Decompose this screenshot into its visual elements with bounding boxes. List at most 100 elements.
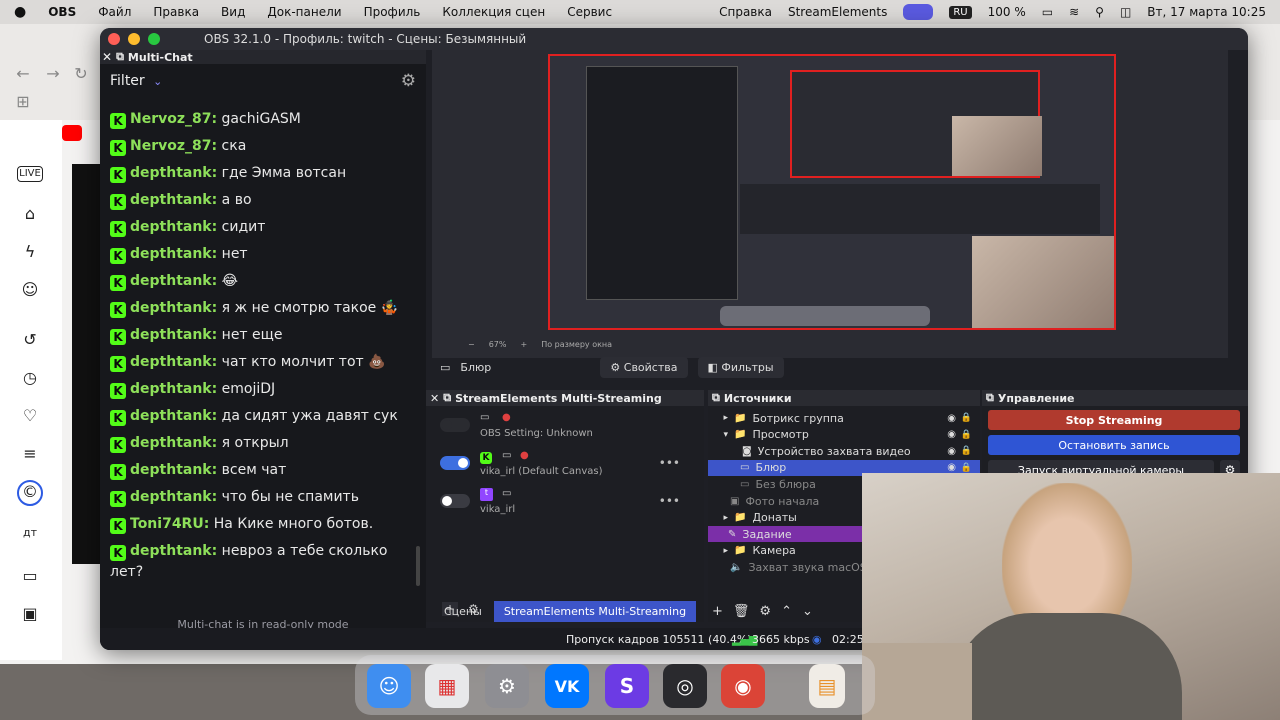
- source-item-group[interactable]: ▸ 📁 Ботрикс группа ◉ 🔒: [708, 410, 980, 426]
- back-icon[interactable]: ←: [10, 64, 36, 86]
- chat-username[interactable]: depthtank:: [130, 489, 217, 505]
- chat-username[interactable]: depthtank:: [130, 354, 217, 370]
- output-toggle[interactable]: [440, 494, 470, 508]
- lock-icon[interactable]: 🔒: [961, 413, 972, 423]
- minimize-window-icon[interactable]: [128, 33, 140, 45]
- keyboard-layout-badge[interactable]: RU: [949, 5, 972, 19]
- menu-item-edit[interactable]: Правка: [153, 5, 199, 19]
- output-toggle[interactable]: [440, 456, 470, 470]
- chat-username[interactable]: depthtank:: [130, 192, 217, 208]
- chat-username[interactable]: depthtank:: [130, 435, 217, 451]
- dock-float-icon[interactable]: ⧉: [443, 391, 451, 405]
- chat-username[interactable]: Toni74RU:: [130, 516, 209, 532]
- properties-button[interactable]: ⚙ Свойства: [600, 356, 688, 378]
- book-icon[interactable]: ▭: [17, 566, 43, 588]
- chat-message-list[interactable]: K Nervoz_87: gachiGASM K Nervoz_87: ска Kdep…: [100, 106, 416, 586]
- finder-icon[interactable]: ☺: [367, 664, 411, 708]
- move-down-icon[interactable]: ⌄: [802, 604, 813, 619]
- output-toggle[interactable]: [440, 418, 470, 432]
- zoom-in-icon[interactable]: +: [520, 340, 527, 349]
- reload-icon[interactable]: ↻: [68, 64, 94, 86]
- launchpad-icon[interactable]: ▦: [425, 664, 469, 708]
- menu-item-help[interactable]: Справка: [719, 5, 772, 19]
- chat-username[interactable]: depthtank:: [130, 165, 217, 181]
- expand-arrow-icon[interactable]: ▸: [708, 413, 728, 423]
- chat-username[interactable]: depthtank:: [130, 543, 217, 559]
- expand-arrow-icon[interactable]: ▸: [708, 513, 728, 523]
- close-window-icon[interactable]: [108, 33, 120, 45]
- channel-icon[interactable]: ©: [17, 480, 43, 506]
- obs-icon[interactable]: ◎: [663, 664, 707, 708]
- liked-icon[interactable]: ♡: [17, 406, 43, 428]
- gear-icon[interactable]: ⚙: [401, 71, 416, 91]
- menu-item-docks[interactable]: Док-панели: [267, 5, 341, 19]
- chat-username[interactable]: Nervoz_87:: [130, 138, 217, 154]
- se-output-row[interactable]: ▭ ● OBS Setting: Unknown: [440, 410, 700, 446]
- move-up-icon[interactable]: ⌃: [781, 604, 792, 619]
- source-item-video-capture[interactable]: ◙ Устройство захвата видео ◉ 🔒: [708, 443, 980, 459]
- visibility-eye-icon[interactable]: ◉: [947, 429, 956, 440]
- visibility-eye-icon[interactable]: ◉: [947, 446, 956, 457]
- stop-recording-button[interactable]: Остановить запись: [988, 435, 1240, 455]
- chrome-icon[interactable]: ◉: [721, 664, 765, 708]
- document-icon[interactable]: ▤: [809, 664, 845, 708]
- dock-float-icon[interactable]: ⧉: [712, 391, 720, 405]
- forward-icon[interactable]: →: [40, 64, 66, 86]
- zoom-out-icon[interactable]: −: [468, 340, 475, 349]
- chat-username[interactable]: depthtank:: [130, 408, 217, 424]
- expand-arrow-icon[interactable]: ▾: [708, 430, 728, 440]
- lock-icon[interactable]: 🔒: [961, 463, 972, 473]
- dock-float-icon[interactable]: ⧉: [116, 50, 124, 64]
- chat-username[interactable]: Nervoz_87:: [130, 111, 217, 127]
- filter-dropdown[interactable]: Filter ⌄: [110, 73, 162, 89]
- history-icon[interactable]: ↺: [17, 330, 43, 352]
- apps-grid-icon[interactable]: ⊞: [10, 92, 36, 114]
- vk-icon[interactable]: VK: [545, 664, 589, 708]
- menu-item-streamelements[interactable]: StreamElements: [788, 5, 887, 19]
- screen-recording-icon[interactable]: [903, 4, 934, 20]
- system-settings-icon[interactable]: ⚙: [485, 664, 529, 708]
- trash-icon[interactable]: 🗑: [733, 604, 750, 619]
- menu-clock[interactable]: Вт, 17 марта 10:25: [1147, 5, 1266, 19]
- more-options-icon[interactable]: •••: [659, 494, 680, 508]
- chat-scrollbar[interactable]: [416, 546, 420, 586]
- chat-username[interactable]: depthtank:: [130, 462, 217, 478]
- chat-username[interactable]: depthtank:: [130, 273, 217, 289]
- subscriptions-icon[interactable]: ☺: [17, 280, 43, 302]
- lock-icon[interactable]: 🔒: [961, 430, 972, 440]
- watch-later-icon[interactable]: ◷: [17, 368, 43, 390]
- menu-item-scene-collection[interactable]: Коллекция сцен: [442, 5, 545, 19]
- home-icon[interactable]: ⌂: [17, 204, 43, 226]
- lock-icon[interactable]: 🔒: [961, 446, 972, 456]
- close-dock-icon[interactable]: ✕: [430, 392, 439, 405]
- add-source-icon[interactable]: +: [712, 604, 723, 619]
- filters-button[interactable]: ◧ Фильтры: [697, 356, 784, 378]
- more-options-icon[interactable]: •••: [659, 456, 680, 470]
- chat-username[interactable]: depthtank:: [130, 327, 217, 343]
- source-item-group[interactable]: ▾ 📁 Просмотр ◉ 🔒: [708, 427, 980, 443]
- menu-app-name[interactable]: OBS: [48, 5, 76, 19]
- shorts-icon[interactable]: ϟ: [17, 242, 43, 264]
- dock-float-icon[interactable]: ⧉: [986, 391, 994, 405]
- streamlabs-icon[interactable]: S: [605, 664, 649, 708]
- apple-icon[interactable]: ●: [14, 4, 26, 20]
- playlist-add-icon[interactable]: ≡: [17, 444, 43, 466]
- visibility-eye-icon[interactable]: ◉: [947, 413, 956, 424]
- chat-username[interactable]: depthtank:: [130, 246, 217, 262]
- menu-item-file[interactable]: Файл: [98, 5, 131, 19]
- live-icon[interactable]: LIVE: [17, 166, 43, 182]
- visibility-eye-icon[interactable]: ◉: [947, 462, 956, 473]
- menu-item-view[interactable]: Вид: [221, 5, 245, 19]
- preview-area[interactable]: − 67% + По размеру окна: [432, 50, 1228, 358]
- tab-se-multistreaming[interactable]: StreamElements Multi-Streaming: [493, 600, 697, 622]
- preview-canvas[interactable]: [548, 54, 1116, 330]
- maximize-window-icon[interactable]: [148, 33, 160, 45]
- stop-streaming-button[interactable]: Stop Streaming: [988, 410, 1240, 430]
- se-output-row[interactable]: t ▭ vika_irl •••: [440, 486, 700, 522]
- search-icon[interactable]: ⚲: [1095, 5, 1104, 19]
- battery-icon[interactable]: ▭: [1042, 5, 1053, 19]
- wifi-icon[interactable]: ≋: [1069, 5, 1079, 19]
- youtube-logo-icon[interactable]: [62, 125, 82, 141]
- menu-item-profile[interactable]: Профиль: [364, 5, 421, 19]
- kids-icon[interactable]: дт: [17, 526, 43, 548]
